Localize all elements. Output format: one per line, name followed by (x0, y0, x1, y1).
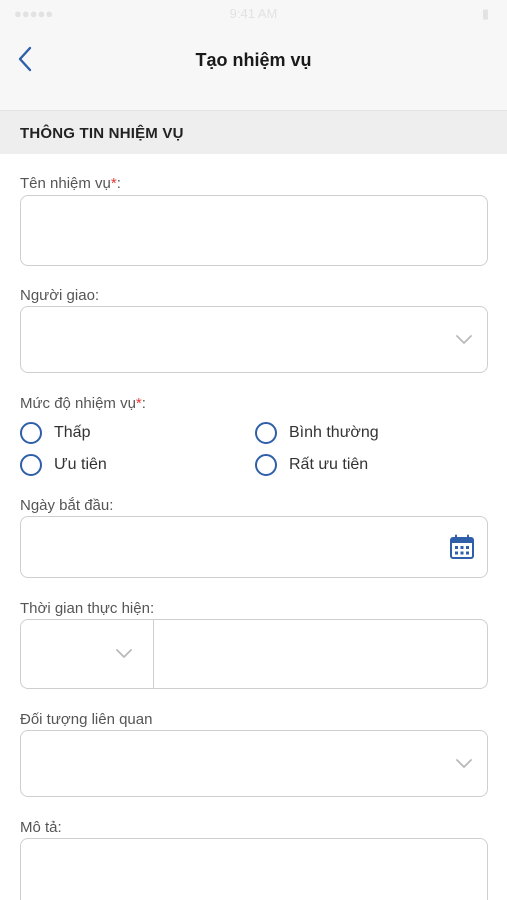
duration-amount-wrapper (155, 620, 487, 688)
description-input[interactable] (21, 839, 487, 900)
priority-option-very-high[interactable]: Rất ưu tiên (255, 454, 368, 476)
calendar-icon[interactable] (449, 534, 475, 560)
chevron-down-icon (116, 649, 132, 658)
priority-option-label: Thấp (54, 424, 91, 441)
priority-option-high[interactable]: Ưu tiên (20, 454, 107, 476)
start-date-label: Ngày bắt đầu: (20, 497, 114, 514)
task-name-input[interactable] (21, 196, 487, 265)
status-time: 9:41 AM (229, 6, 278, 21)
battery-icon: ▮ (481, 6, 489, 21)
section-title: THÔNG TIN NHIỆM VỤ (20, 125, 184, 142)
task-name-field (20, 195, 488, 266)
priority-option-label: Rất ưu tiên (289, 456, 369, 473)
duration-unit-select[interactable] (21, 620, 154, 688)
description-field (20, 838, 488, 900)
related-label: Đối tượng liên quan (20, 711, 153, 728)
status-bar: ●●●●● 9:41 AM ▮ (0, 0, 507, 28)
duration-amount-input[interactable] (155, 620, 487, 688)
carrier-signal: ●●●●● (14, 6, 54, 21)
assigner-label: Người giao: (20, 287, 100, 304)
priority-option-normal[interactable]: Bình thường (255, 422, 379, 444)
radio-button[interactable] (255, 454, 277, 476)
radio-button[interactable] (255, 422, 277, 444)
section-header: THÔNG TIN NHIỆM VỤ (0, 110, 507, 154)
start-date-field[interactable] (20, 516, 488, 578)
duration-label: Thời gian thực hiện: (20, 600, 155, 617)
priority-option-label: Ưu tiên (54, 456, 107, 473)
related-select[interactable] (20, 730, 488, 797)
radio-button[interactable] (20, 454, 42, 476)
radio-button[interactable] (20, 422, 42, 444)
assigner-select[interactable] (20, 306, 488, 373)
description-label: Mô tả: (20, 819, 62, 836)
duration-field (20, 619, 488, 689)
priority-label: Mức độ nhiệm vụ*: (20, 395, 146, 412)
chevron-down-icon (456, 334, 472, 344)
page-title: Tạo nhiệm vụ (195, 50, 312, 70)
priority-option-low[interactable]: Thấp (20, 422, 90, 444)
chevron-down-icon (456, 758, 472, 768)
task-name-label: Tên nhiệm vụ*: (20, 175, 121, 192)
priority-option-label: Bình thường (289, 424, 379, 441)
